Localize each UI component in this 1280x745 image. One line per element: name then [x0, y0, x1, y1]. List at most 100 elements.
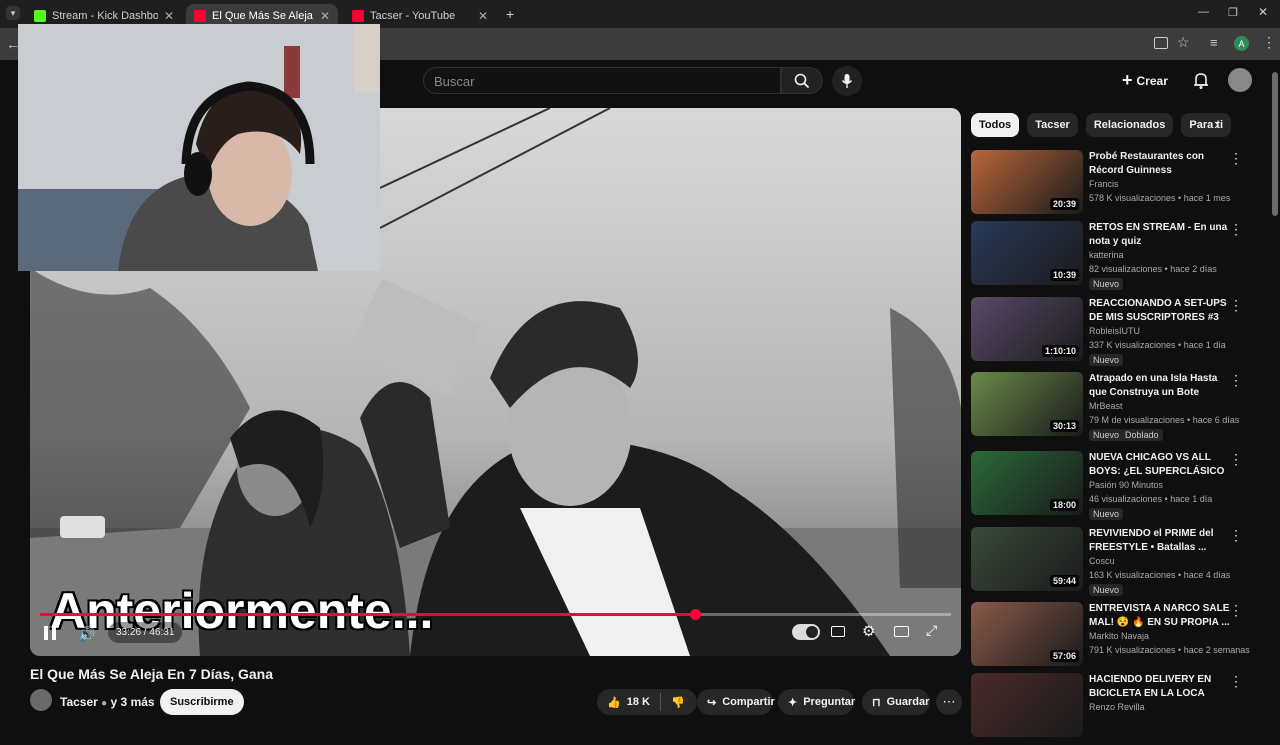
- more-icon: ⋯: [942, 694, 956, 709]
- new-badge: Nuevo: [1089, 278, 1124, 290]
- more-vert-icon[interactable]: ⋮: [1229, 150, 1243, 167]
- theater-mode-button[interactable]: [894, 626, 909, 637]
- recommendation-title[interactable]: Atrapado en una Isla Hasta que Construya…: [1089, 372, 1235, 400]
- pause-button[interactable]: [44, 626, 60, 642]
- recommendation-title[interactable]: Probé Restaurantes con Récord Guinness: [1089, 150, 1235, 178]
- more-vert-icon[interactable]: ⋮: [1229, 451, 1243, 468]
- like-button[interactable]: 👍 18 K: [607, 696, 650, 709]
- video-thumbnail[interactable]: 1:10:10: [971, 297, 1083, 361]
- fullscreen-button[interactable]: ⤢: [926, 622, 937, 639]
- close-icon[interactable]: ✕: [320, 9, 330, 23]
- duration-badge: 20:39: [1049, 198, 1079, 210]
- video-thumbnail[interactable]: [971, 673, 1083, 737]
- create-button[interactable]: + Crear: [1122, 67, 1182, 94]
- sparkle-icon: ✦: [788, 696, 798, 709]
- more-actions-button[interactable]: ⋯: [936, 689, 962, 715]
- recommendation-channel[interactable]: Renzo Revilla: [1089, 702, 1145, 712]
- close-icon[interactable]: ✕: [478, 9, 488, 23]
- minimize-button[interactable]: —: [1198, 6, 1209, 18]
- recommendation-title[interactable]: REVIVIENDO el PRIME del FREESTYLE • Bata…: [1089, 527, 1235, 555]
- close-icon[interactable]: ✕: [164, 9, 174, 23]
- recommendation-item[interactable]: 18:00 NUEVA CHICAGO VS ALL BOYS: ¿EL SUPE…: [971, 451, 1271, 523]
- recommendation-title[interactable]: REACCIONANDO A SET-UPS DE MIS SUSCRIPTOR…: [1089, 297, 1235, 325]
- recommendation-title[interactable]: RETOS EN STREAM - En una nota y quiz: [1089, 221, 1235, 249]
- more-vert-icon[interactable]: ⋮: [1229, 527, 1243, 544]
- recommendation-channel[interactable]: Francis: [1089, 179, 1119, 189]
- scrollbar-thumb[interactable]: [1272, 72, 1278, 216]
- tab-label: Stream - Kick Dashboard: [52, 10, 158, 22]
- notifications-button[interactable]: [1190, 69, 1212, 91]
- recommendation-title[interactable]: ENTREVISTA A NARCO SALE MAL! 😵 🔥 EN SU P…: [1089, 602, 1235, 630]
- chip-para-ti[interactable]: Para ti: [1181, 113, 1232, 137]
- ask-button[interactable]: ✦ Preguntar: [778, 689, 855, 715]
- gear-icon: ⚙: [862, 623, 876, 640]
- youtube-favicon-icon: [352, 10, 364, 22]
- share-button[interactable]: ↪ Compartir: [697, 689, 775, 715]
- autoplay-toggle[interactable]: [792, 624, 820, 640]
- recommendation-item[interactable]: HACIENDO DELIVERY EN BICICLETA EN LA LOC…: [971, 673, 1271, 745]
- recommendation-item[interactable]: 30:13 Atrapado en una Isla Hasta que Cons…: [971, 372, 1271, 444]
- chevron-right-icon[interactable]: ›: [1214, 116, 1219, 134]
- new-tab-button[interactable]: +: [506, 6, 514, 22]
- subtitles-button[interactable]: [831, 626, 845, 637]
- profile-avatar[interactable]: A: [1234, 36, 1249, 51]
- video-thumbnail[interactable]: 18:00: [971, 451, 1083, 515]
- more-vert-icon[interactable]: ⋮: [1229, 372, 1243, 389]
- video-thumbnail[interactable]: 10:39: [971, 221, 1083, 285]
- recommendation-title[interactable]: HACIENDO DELIVERY EN BICICLETA EN LA LOC…: [1089, 673, 1235, 701]
- search-button[interactable]: [781, 67, 823, 94]
- more-vert-icon[interactable]: ⋮: [1229, 602, 1243, 619]
- recommendation-meta: 79 M de visualizaciones • hace 6 días: [1089, 415, 1240, 425]
- channel-name[interactable]: Tacser ● y 3 más: [60, 695, 155, 709]
- progress-bar[interactable]: [40, 609, 951, 620]
- recommendation-meta: 791 K visualizaciones • hace 2 semanas: [1089, 645, 1250, 655]
- youtube-favicon-icon: [194, 10, 206, 22]
- save-button[interactable]: ⊓ Guardar: [862, 689, 930, 715]
- video-thumbnail[interactable]: 30:13: [971, 372, 1083, 436]
- recommendation-channel[interactable]: katterina: [1089, 250, 1124, 260]
- new-badge: Nuevo: [1089, 508, 1124, 520]
- chip-relacionados[interactable]: Relacionados: [1085, 113, 1174, 137]
- recommendation-channel[interactable]: Pasión 90 Minutos: [1089, 480, 1163, 490]
- maximize-button[interactable]: ❐: [1228, 6, 1238, 19]
- volume-button[interactable]: 🔊: [78, 626, 95, 643]
- more-vert-icon[interactable]: ⋮: [1229, 297, 1243, 314]
- recommendation-channel[interactable]: Coscu: [1089, 556, 1115, 566]
- channel-avatar[interactable]: [30, 689, 52, 711]
- tab-search-button[interactable]: ▾: [6, 6, 20, 20]
- progress-fill: [40, 613, 695, 616]
- bookmark-star-icon[interactable]: ☆: [1177, 34, 1190, 51]
- more-vert-icon[interactable]: ⋮: [1229, 221, 1243, 238]
- recommendation-title[interactable]: NUEVA CHICAGO VS ALL BOYS: ¿EL SUPERCLÁS…: [1089, 451, 1235, 479]
- dislike-button[interactable]: 👎: [671, 696, 685, 709]
- install-icon[interactable]: [1154, 37, 1168, 49]
- fullscreen-icon: ⤢: [926, 622, 938, 638]
- recommendation-item[interactable]: 10:39 RETOS EN STREAM - En una nota y qui…: [971, 221, 1271, 293]
- video-thumbnail[interactable]: 59:44: [971, 527, 1083, 591]
- media-control-icon[interactable]: ≡: [1210, 35, 1218, 50]
- progress-scrubber[interactable]: [690, 609, 701, 620]
- search-input[interactable]: Buscar: [423, 67, 781, 94]
- recommendation-item[interactable]: 59:44 REVIVIENDO el PRIME del FREESTYLE •…: [971, 527, 1271, 599]
- recommendation-channel[interactable]: RobleisIUTU: [1089, 326, 1140, 336]
- voice-search-button[interactable]: [832, 66, 862, 96]
- recommendation-item[interactable]: 20:39 Probé Restaurantes con Récord Guinn…: [971, 150, 1271, 222]
- chip-tacser[interactable]: Tacser: [1027, 113, 1078, 137]
- browser-menu-icon[interactable]: ⋮: [1262, 34, 1276, 51]
- recommendation-item[interactable]: 57:06 ENTREVISTA A NARCO SALE MAL! 😵 🔥 EN…: [971, 602, 1271, 674]
- autoplay-icon: [806, 626, 818, 638]
- settings-button[interactable]: ⚙: [862, 622, 875, 640]
- video-thumbnail[interactable]: 20:39: [971, 150, 1083, 214]
- window-close-button[interactable]: ✕: [1258, 5, 1268, 19]
- more-vert-icon[interactable]: ⋮: [1229, 673, 1243, 690]
- thumbs-down-icon: 👎: [670, 696, 685, 709]
- video-thumbnail[interactable]: 57:06: [971, 602, 1083, 666]
- subscribe-button[interactable]: Suscribirme: [160, 689, 244, 715]
- account-avatar[interactable]: [1228, 68, 1252, 92]
- share-label: Compartir: [722, 696, 775, 708]
- recommendation-channel[interactable]: MrBeast: [1089, 401, 1123, 411]
- duration-badge: 10:39: [1049, 269, 1079, 281]
- recommendation-item[interactable]: 1:10:10 REACCIONANDO A SET-UPS DE MIS SUS…: [971, 297, 1271, 369]
- recommendation-channel[interactable]: Markito Navaja: [1089, 631, 1149, 641]
- chip-todos[interactable]: Todos: [971, 113, 1020, 137]
